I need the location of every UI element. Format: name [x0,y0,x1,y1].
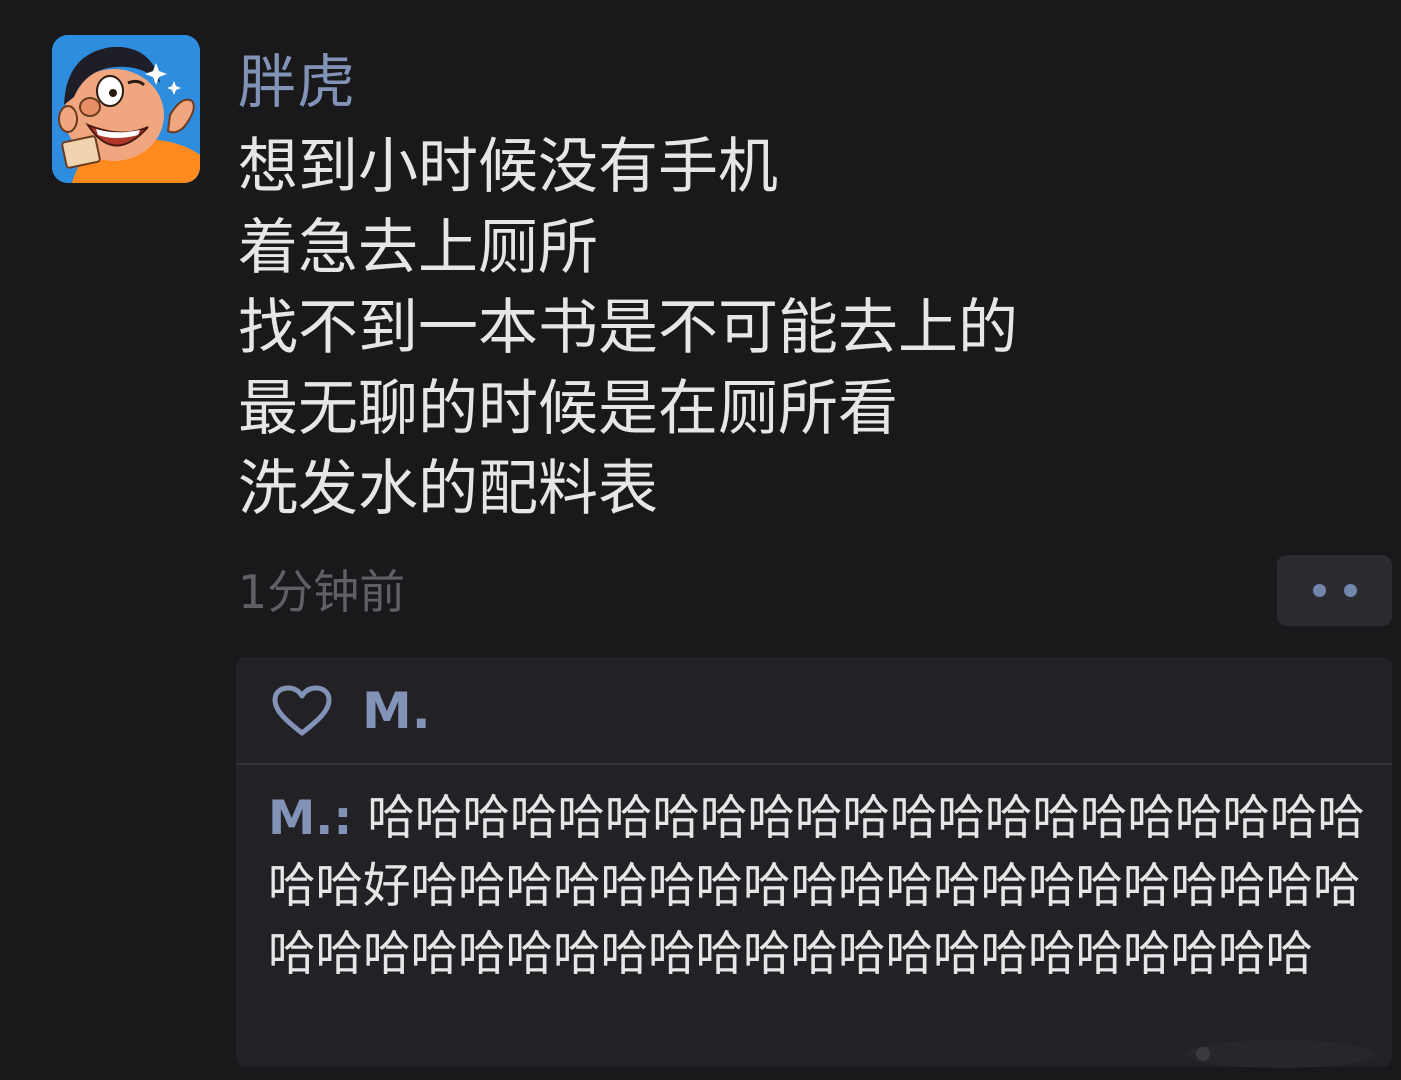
comment-author[interactable]: M.: [268,791,352,846]
liker-name[interactable]: M. [362,679,431,743]
post-line: 着急去上厕所 [238,212,598,283]
more-dots-icon [1312,584,1326,597]
post-line: 洗发水的配料表 [238,454,658,524]
likes-row: M. [236,657,1392,765]
post-timestamp: 1分钟前 [238,565,406,619]
username[interactable]: 胖虎 [238,42,356,122]
post-line: 想到小时候没有手机 [238,132,778,202]
post-line: 找不到一本书是不可能去上的 [238,293,1018,363]
more-actions-button[interactable] [1277,555,1392,626]
interactions-panel: M. M.: 哈哈哈哈哈哈哈哈哈哈哈哈哈哈哈哈哈哈哈哈哈哈哈好哈哈哈哈哈哈哈哈哈… [236,657,1392,1067]
moments-post: 胖虎 想到小时候没有手机 着急去上厕所 找不到一本书是不可能去上的 最无聊的时候… [0,0,1401,1080]
post-text: 想到小时候没有手机 着急去上厕所 找不到一本书是不可能去上的 最无聊的时候是在厕… [238,127,1018,530]
cartoon-avatar-icon [52,35,200,183]
watermark-icon [1186,1040,1376,1068]
heart-outline-icon [272,685,332,736]
comment-item[interactable]: M.: 哈哈哈哈哈哈哈哈哈哈哈哈哈哈哈哈哈哈哈哈哈哈哈好哈哈哈哈哈哈哈哈哈哈哈哈… [268,785,1388,989]
post-line: 最无聊的时候是在厕所看 [238,373,898,444]
more-dots-icon [1343,584,1357,597]
comment-text: 哈哈哈哈哈哈哈哈哈哈哈哈哈哈哈哈哈哈哈哈哈哈哈好哈哈哈哈哈哈哈哈哈哈哈哈哈哈哈哈… [268,791,1365,982]
avatar[interactable] [52,35,200,183]
